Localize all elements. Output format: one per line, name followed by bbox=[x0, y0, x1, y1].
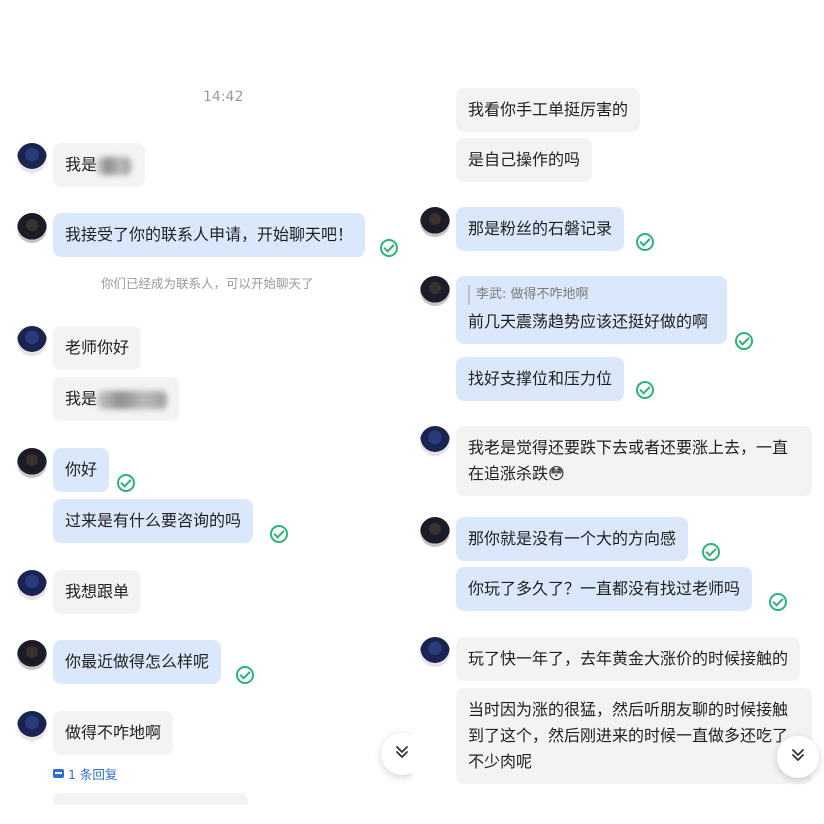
avatar[interactable] bbox=[17, 326, 47, 356]
message-text: 那是粉丝的石磐记录 bbox=[468, 219, 613, 238]
avatar[interactable] bbox=[17, 448, 47, 478]
message-text: 是自己操作的吗 bbox=[468, 150, 581, 169]
message-bubble[interactable]: 你玩了多久了？一直都没有找过老师吗 bbox=[456, 567, 753, 611]
message-text: 做得不咋地啊 bbox=[65, 723, 162, 742]
avatar[interactable] bbox=[17, 213, 47, 243]
chat-panel-left: 14:42 我是 我接受了你的联系人申请，开始聊天吧！ 你们已经成为联系人，可以… bbox=[0, 0, 412, 824]
message-text: 我看你手工单挺厉害的 bbox=[468, 100, 629, 119]
message-text: 我接受了你的联系人申请，开始聊天吧！ bbox=[65, 225, 354, 244]
check-circle-icon bbox=[236, 666, 254, 684]
reply-thread-link[interactable]: 1 条回复 bbox=[53, 764, 117, 783]
message-bubble[interactable]: 老师你好 bbox=[53, 326, 142, 370]
message-text: 我老是觉得还要跌下去或者还要涨上去，一直在追涨杀跌😳 bbox=[468, 438, 789, 483]
check-circle-icon bbox=[636, 233, 654, 251]
message-text: 我想跟单 bbox=[65, 582, 130, 601]
message-bubble[interactable]: 玩了快一年了，去年黄金大涨价的时候接触的 bbox=[456, 637, 801, 681]
message-text: 过来是有什么要咨询的吗 bbox=[65, 511, 242, 530]
message-bubble[interactable]: 那你就是没有一个大的方向感 bbox=[456, 517, 689, 561]
message-text: 找好支撑位和压力位 bbox=[468, 369, 613, 388]
message-text: 老师你好 bbox=[65, 338, 130, 357]
reply-comment-icon bbox=[53, 769, 64, 778]
avatar[interactable] bbox=[17, 640, 47, 670]
chevron-double-down-icon bbox=[790, 747, 806, 767]
message-bubble-partial bbox=[53, 793, 248, 805]
message-bubble[interactable]: 过来是有什么要咨询的吗 bbox=[53, 499, 254, 543]
message-bubble[interactable]: 做得不咋地啊 bbox=[53, 711, 174, 755]
avatar[interactable] bbox=[420, 637, 450, 667]
message-bubble[interactable]: 我看你手工单挺厉害的 bbox=[456, 88, 641, 132]
message-bubble[interactable]: 我老是觉得还要跌下去或者还要涨上去，一直在追涨杀跌😳 bbox=[456, 426, 812, 496]
chat-panel-right: 我看你手工单挺厉害的 是自己操作的吗 那是粉丝的石磐记录 李武: 做得不咋地啊 … bbox=[412, 0, 824, 824]
avatar[interactable] bbox=[420, 276, 450, 306]
message-bubble[interactable]: 你好 bbox=[53, 448, 110, 492]
message-bubble[interactable]: 找好支撑位和压力位 bbox=[456, 357, 625, 401]
message-text: 那你就是没有一个大的方向感 bbox=[468, 529, 677, 548]
message-text: 你玩了多久了？一直都没有找过老师吗 bbox=[468, 579, 741, 598]
check-circle-icon bbox=[380, 239, 398, 257]
message-text: 当时因为涨的很猛，然后听朋友聊的时候接触到了这个，然后刚进来的时候一直做多还吃了… bbox=[468, 700, 789, 771]
scroll-to-bottom-button[interactable] bbox=[381, 733, 412, 775]
message-text: 前几天震荡趋势应该还挺好做的啊 bbox=[468, 312, 709, 331]
avatar[interactable] bbox=[17, 711, 47, 741]
quoted-message: 李武: 做得不咋地啊 bbox=[468, 285, 715, 305]
message-bubble[interactable]: 我是 bbox=[53, 377, 179, 421]
redacted-name bbox=[97, 390, 168, 409]
message-bubble[interactable]: 当时因为涨的很猛，然后听朋友聊的时候接触到了这个，然后刚进来的时候一直做多还吃了… bbox=[456, 688, 812, 784]
system-note: 你们已经成为联系人，可以开始聊天了 bbox=[101, 276, 314, 291]
message-bubble[interactable]: 我接受了你的联系人申请，开始聊天吧！ bbox=[53, 213, 366, 257]
message-text: 我是 bbox=[65, 155, 98, 174]
reply-count-label: 1 条回复 bbox=[68, 767, 118, 782]
check-circle-icon bbox=[735, 332, 753, 350]
message-text: 玩了快一年了，去年黄金大涨价的时候接触的 bbox=[468, 649, 789, 668]
avatar[interactable] bbox=[17, 570, 47, 600]
check-circle-icon bbox=[702, 543, 720, 561]
message-bubble[interactable]: 我是 bbox=[53, 143, 145, 187]
message-text: 你最近做得怎么样呢 bbox=[65, 652, 210, 671]
message-bubble[interactable]: 那是粉丝的石磐记录 bbox=[456, 207, 625, 251]
avatar[interactable] bbox=[17, 143, 47, 173]
message-text: 我是 bbox=[65, 389, 98, 408]
message-bubble-with-quote[interactable]: 李武: 做得不咋地啊 前几天震荡趋势应该还挺好做的啊 bbox=[456, 276, 727, 344]
check-circle-icon bbox=[117, 474, 135, 492]
message-text: 你好 bbox=[65, 460, 98, 479]
avatar[interactable] bbox=[420, 517, 450, 547]
message-bubble[interactable]: 我想跟单 bbox=[53, 570, 142, 614]
message-bubble[interactable]: 是自己操作的吗 bbox=[456, 138, 593, 182]
check-circle-icon bbox=[636, 381, 654, 399]
avatar[interactable] bbox=[420, 426, 450, 456]
avatar[interactable] bbox=[420, 207, 450, 237]
chevron-double-down-icon bbox=[394, 744, 410, 764]
check-circle-icon bbox=[270, 525, 288, 543]
scroll-to-bottom-button[interactable] bbox=[777, 736, 819, 778]
message-bubble[interactable]: 你最近做得怎么样呢 bbox=[53, 640, 222, 684]
timestamp: 14:42 bbox=[203, 89, 244, 105]
redacted-name bbox=[97, 156, 132, 175]
check-circle-icon bbox=[769, 593, 787, 611]
